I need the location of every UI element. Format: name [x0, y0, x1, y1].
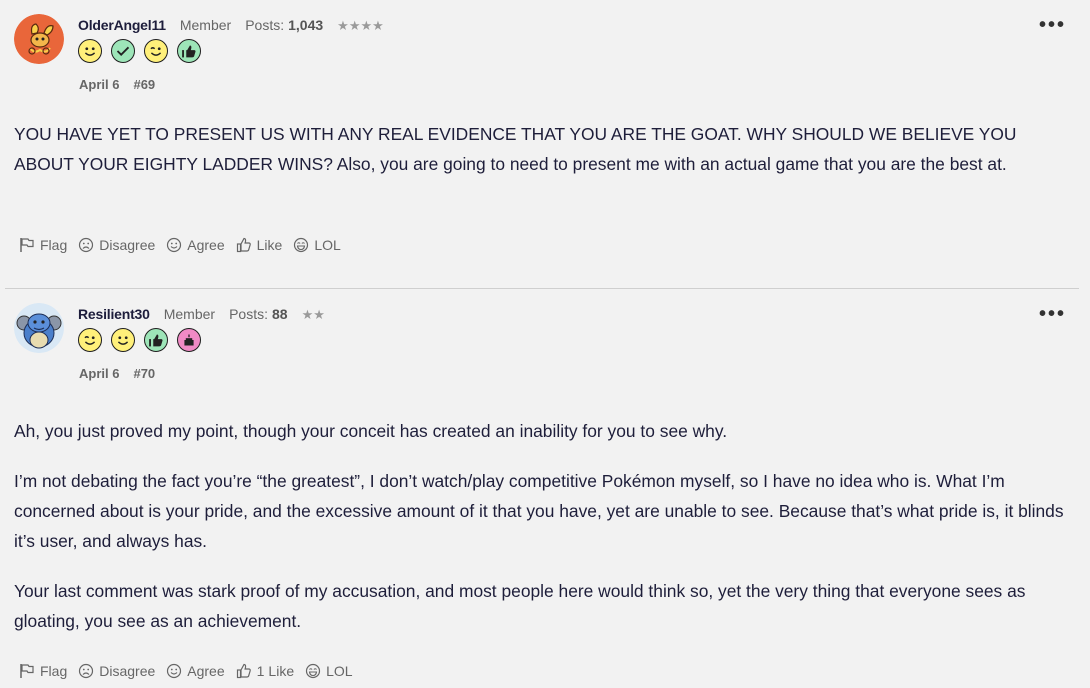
posts-count: 88: [272, 306, 288, 322]
user-role: Member: [163, 306, 216, 322]
lol-label: LOL: [314, 237, 341, 253]
rank-stars: ★★: [301, 307, 325, 322]
smile-badge-icon[interactable]: [111, 328, 135, 352]
disagree-button[interactable]: Disagree: [78, 237, 155, 253]
frown-icon: [79, 237, 94, 253]
badge-row: [78, 39, 201, 63]
agree-button[interactable]: Agree: [166, 663, 225, 679]
more-options-icon[interactable]: •••: [1039, 304, 1066, 324]
post-body: Ah, you just proved my point, though you…: [14, 416, 1076, 636]
flag-button[interactable]: Flag: [19, 237, 67, 253]
wink-badge-icon[interactable]: [144, 39, 168, 63]
flag-icon: [20, 238, 34, 252]
like-button[interactable]: Like: [236, 237, 283, 253]
thumbs-up-icon: [236, 237, 251, 253]
post-paragraph: I’m not debating the fact you’re “the gr…: [14, 471, 1064, 551]
post-date-line: April 6 #70: [79, 366, 155, 381]
laugh-icon: [294, 237, 309, 253]
flag-button[interactable]: Flag: [19, 663, 67, 679]
user-role: Member: [179, 17, 232, 33]
lol-button[interactable]: LOL: [293, 237, 341, 253]
smile-icon: [167, 663, 182, 679]
cake-badge-icon[interactable]: [177, 328, 201, 352]
post-paragraph: YOU HAVE YET TO PRESENT US WITH ANY REAL…: [14, 124, 1017, 174]
post-paragraph: Ah, you just proved my point, though you…: [14, 421, 728, 441]
check-badge-icon[interactable]: [111, 39, 135, 63]
post-number-link[interactable]: #70: [133, 366, 155, 381]
posts-count: 1,043: [288, 17, 324, 33]
frown-icon: [79, 663, 94, 679]
disagree-label: Disagree: [99, 663, 156, 679]
post-date-line: April 6 #69: [79, 77, 155, 92]
post-date[interactable]: April 6: [79, 366, 119, 381]
rank-stars: ★★★★: [337, 18, 384, 33]
forum-post: Resilient30 Member Posts: 88 ★★ ••• Apri…: [0, 289, 1090, 688]
flag-icon: [20, 664, 34, 678]
smile-badge-icon[interactable]: [78, 39, 102, 63]
post-paragraph: Your last comment was stark proof of my …: [14, 581, 1026, 631]
badge-row: [78, 328, 201, 352]
disagree-label: Disagree: [99, 237, 156, 253]
user-avatar[interactable]: [14, 14, 64, 64]
flag-label: Flag: [40, 663, 68, 679]
agree-label: Agree: [187, 663, 225, 679]
post-author-meta: Resilient30 Member Posts: 88 ★★: [78, 306, 325, 323]
lol-label: LOL: [326, 663, 353, 679]
like-label: Like: [256, 237, 283, 253]
smile-icon: [167, 237, 182, 253]
username-link[interactable]: OlderAngel11: [78, 17, 166, 33]
flag-label: Flag: [40, 237, 68, 253]
post-author-meta: OlderAngel11 Member Posts: 1,043 ★★★★: [78, 17, 384, 34]
post-number-link[interactable]: #69: [133, 77, 155, 92]
agree-button[interactable]: Agree: [166, 237, 225, 253]
username-link[interactable]: Resilient30: [78, 306, 150, 322]
thumbs-up-badge-icon[interactable]: [144, 328, 168, 352]
forum-post: OlderAngel11 Member Posts: 1,043 ★★★★ ••…: [0, 0, 1090, 288]
more-options-icon[interactable]: •••: [1039, 15, 1066, 35]
agree-label: Agree: [187, 237, 225, 253]
like-label: Like: [268, 663, 295, 679]
thumbs-up-badge-icon[interactable]: [177, 39, 201, 63]
wink-badge-icon[interactable]: [78, 328, 102, 352]
post-body: YOU HAVE YET TO PRESENT US WITH ANY REAL…: [14, 119, 1076, 179]
like-count: 1: [256, 663, 265, 679]
posts-label: Posts:: [245, 17, 285, 33]
post-actions: Flag Disagree Agree Like LOL: [19, 237, 352, 253]
post-date[interactable]: April 6: [79, 77, 119, 92]
lol-button[interactable]: LOL: [305, 663, 353, 679]
thumbs-up-icon: [236, 663, 251, 679]
user-avatar[interactable]: [14, 303, 64, 353]
laugh-icon: [306, 663, 321, 679]
like-button[interactable]: 1 Like: [236, 663, 294, 679]
posts-label: Posts:: [229, 306, 268, 322]
post-actions: Flag Disagree Agree 1 Like LOL: [19, 663, 364, 679]
disagree-button[interactable]: Disagree: [78, 663, 155, 679]
